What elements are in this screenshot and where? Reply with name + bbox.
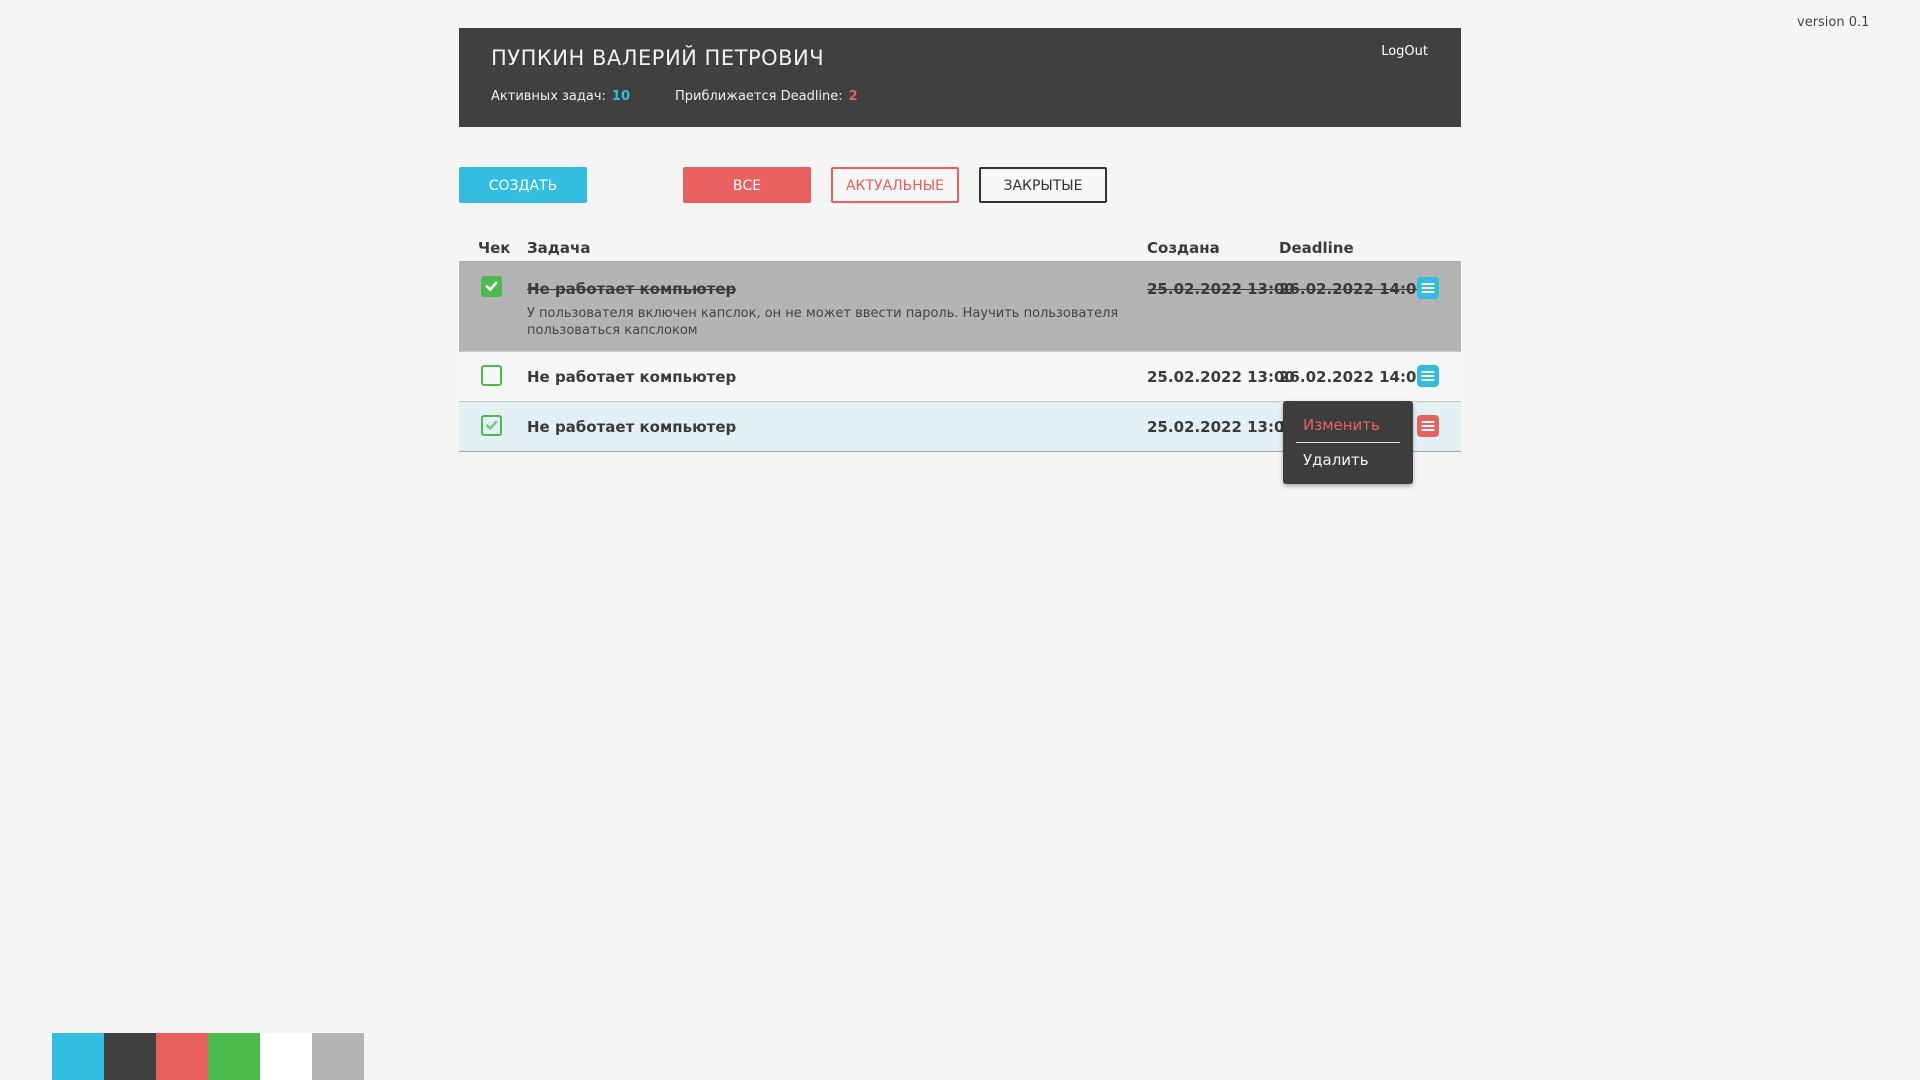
- table-row[interactable]: Не работает компьютер 25.02.2022 13:00 2…: [459, 352, 1461, 402]
- swatch-gray: [312, 1033, 364, 1080]
- task-description: У пользователя включен капслок, он не мо…: [527, 306, 1119, 338]
- column-task: Задача: [527, 239, 591, 257]
- color-palette: [52, 1033, 364, 1080]
- deadline-count: 2: [848, 89, 858, 104]
- create-button[interactable]: Создать: [459, 167, 587, 203]
- task-title[interactable]: Не работает компьютер: [527, 368, 736, 386]
- task-deadline: 26.02.2022 14:00: [1279, 368, 1427, 386]
- active-tasks-stat: Активных задач: 10: [491, 89, 630, 104]
- table-header: Чек Задача Создана Deadline: [459, 230, 1461, 262]
- context-menu-divider: [1296, 442, 1400, 443]
- column-deadline: Deadline: [1279, 239, 1354, 257]
- table-row[interactable]: Не работает компьютер У пользователя вкл…: [459, 262, 1461, 352]
- task-title[interactable]: Не работает компьютер: [527, 280, 736, 298]
- checkmark-icon: [485, 420, 498, 430]
- task-deadline: 26.02.2022 14:00: [1279, 280, 1427, 298]
- logout-link[interactable]: LogOut: [1381, 44, 1428, 59]
- filter-actual-button[interactable]: Актуальные: [831, 167, 959, 203]
- active-tasks-label: Активных задач:: [491, 89, 606, 104]
- task-checkbox[interactable]: [481, 415, 502, 436]
- column-created: Создана: [1147, 239, 1220, 257]
- swatch-dark: [104, 1033, 156, 1080]
- task-checkbox[interactable]: [481, 365, 502, 386]
- task-created: 25.02.2022 13:00: [1147, 418, 1295, 436]
- task-checkbox[interactable]: [481, 276, 502, 297]
- column-check: Чек: [478, 239, 511, 257]
- menu-icon[interactable]: [1417, 415, 1439, 437]
- swatch-blue: [52, 1033, 104, 1080]
- swatch-white: [260, 1033, 312, 1080]
- version-label: version 0.1: [1797, 15, 1870, 30]
- user-header: ПУПКИН ВАЛЕРИЙ ПЕТРОВИЧ LogOut Активных …: [459, 28, 1461, 127]
- user-name: ПУПКИН ВАЛЕРИЙ ПЕТРОВИЧ: [491, 46, 825, 70]
- active-tasks-count: 10: [611, 89, 631, 104]
- filter-all-button[interactable]: Все: [683, 167, 811, 203]
- deadline-stat: Приближается Deadline: 2: [675, 89, 858, 104]
- context-menu-delete[interactable]: Удалить: [1303, 451, 1369, 469]
- task-created: 25.02.2022 13:00: [1147, 280, 1295, 298]
- context-menu: Изменить Удалить: [1283, 401, 1413, 484]
- deadline-label: Приближается Deadline:: [675, 89, 843, 104]
- filter-closed-button[interactable]: Закрытые: [979, 167, 1107, 203]
- task-title[interactable]: Не работает компьютер: [527, 418, 736, 436]
- menu-icon[interactable]: [1417, 365, 1439, 387]
- context-menu-edit[interactable]: Изменить: [1303, 416, 1380, 434]
- checkmark-icon: [485, 281, 498, 291]
- swatch-green: [208, 1033, 260, 1080]
- task-created: 25.02.2022 13:00: [1147, 368, 1295, 386]
- swatch-red: [156, 1033, 208, 1080]
- menu-icon[interactable]: [1417, 277, 1439, 299]
